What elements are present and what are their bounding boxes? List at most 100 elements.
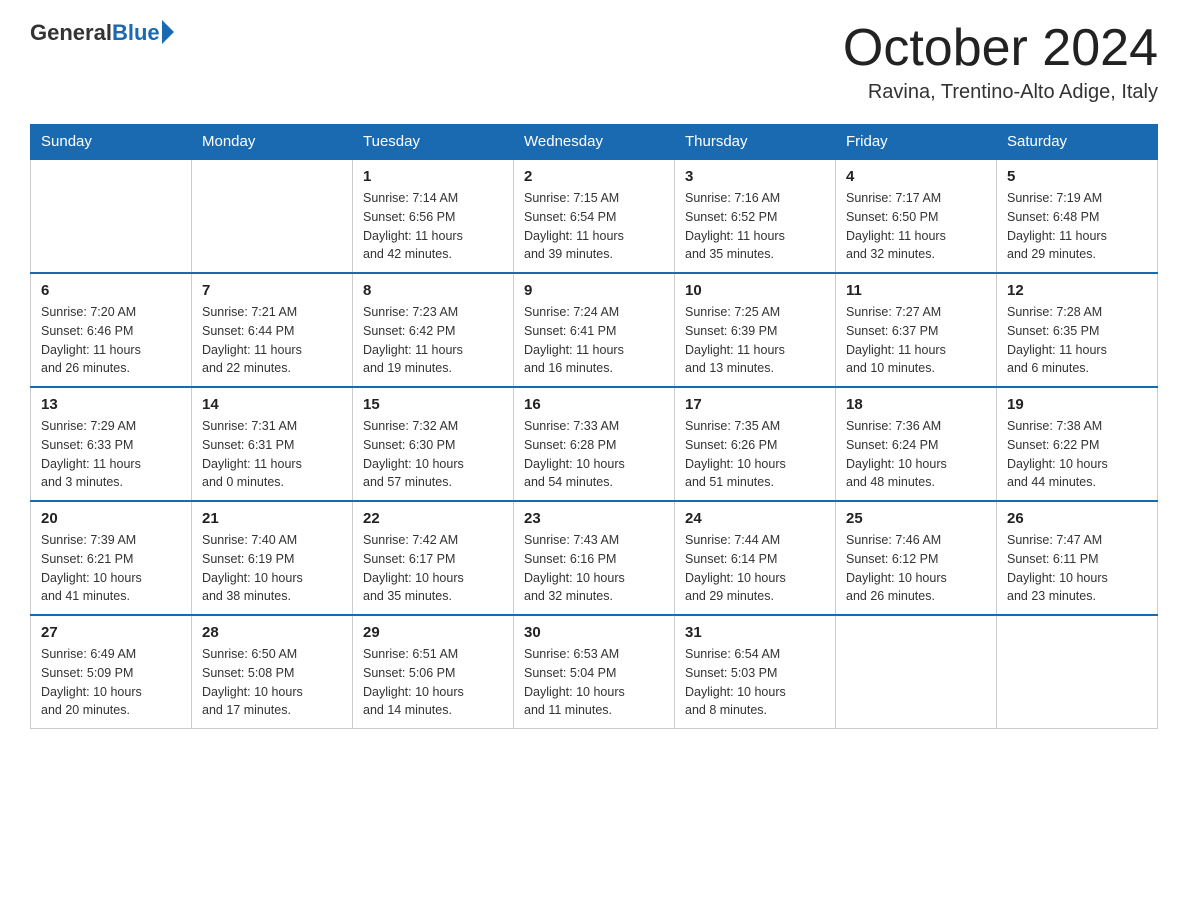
calendar-cell: 17 Sunrise: 7:35 AMSunset: 6:26 PMDayligh… bbox=[675, 387, 836, 501]
calendar-cell bbox=[997, 615, 1158, 729]
logo-general-text: General bbox=[30, 20, 112, 46]
day-number: 14 bbox=[202, 396, 342, 413]
day-detail: Sunrise: 7:38 AMSunset: 6:22 PMDaylight:… bbox=[1007, 417, 1147, 492]
day-number: 22 bbox=[363, 510, 503, 527]
calendar-cell: 8 Sunrise: 7:23 AMSunset: 6:42 PMDaylight… bbox=[353, 273, 514, 387]
day-number: 26 bbox=[1007, 510, 1147, 527]
day-detail: Sunrise: 7:19 AMSunset: 6:48 PMDaylight:… bbox=[1007, 189, 1147, 264]
day-number: 24 bbox=[685, 510, 825, 527]
day-detail: Sunrise: 7:40 AMSunset: 6:19 PMDaylight:… bbox=[202, 531, 342, 606]
day-number: 17 bbox=[685, 396, 825, 413]
day-number: 31 bbox=[685, 624, 825, 641]
day-detail: Sunrise: 7:46 AMSunset: 6:12 PMDaylight:… bbox=[846, 531, 986, 606]
calendar-cell: 14 Sunrise: 7:31 AMSunset: 6:31 PMDayligh… bbox=[192, 387, 353, 501]
day-detail: Sunrise: 7:14 AMSunset: 6:56 PMDaylight:… bbox=[363, 189, 503, 264]
day-detail: Sunrise: 7:31 AMSunset: 6:31 PMDaylight:… bbox=[202, 417, 342, 492]
day-number: 6 bbox=[41, 282, 181, 299]
day-number: 15 bbox=[363, 396, 503, 413]
day-detail: Sunrise: 7:33 AMSunset: 6:28 PMDaylight:… bbox=[524, 417, 664, 492]
column-header-friday: Friday bbox=[836, 125, 997, 160]
calendar-cell: 26 Sunrise: 7:47 AMSunset: 6:11 PMDayligh… bbox=[997, 501, 1158, 615]
day-detail: Sunrise: 7:36 AMSunset: 6:24 PMDaylight:… bbox=[846, 417, 986, 492]
calendar-cell: 27Sunrise: 6:49 AMSunset: 5:09 PMDayligh… bbox=[31, 615, 192, 729]
column-header-monday: Monday bbox=[192, 125, 353, 160]
calendar-cell: 9Sunrise: 7:24 AMSunset: 6:41 PMDaylight… bbox=[514, 273, 675, 387]
day-detail: Sunrise: 6:51 AMSunset: 5:06 PMDaylight:… bbox=[363, 645, 503, 720]
day-detail: Sunrise: 7:32 AMSunset: 6:30 PMDaylight:… bbox=[363, 417, 503, 492]
day-number: 18 bbox=[846, 396, 986, 413]
calendar-cell: 21 Sunrise: 7:40 AMSunset: 6:19 PMDayligh… bbox=[192, 501, 353, 615]
column-header-tuesday: Tuesday bbox=[353, 125, 514, 160]
calendar-cell: 22Sunrise: 7:42 AMSunset: 6:17 PMDayligh… bbox=[353, 501, 514, 615]
logo-blue-text: Blue bbox=[112, 20, 160, 46]
calendar-cell: 4 Sunrise: 7:17 AMSunset: 6:50 PMDaylight… bbox=[836, 159, 997, 273]
calendar-header-row: SundayMondayTuesdayWednesdayThursdayFrid… bbox=[31, 125, 1158, 160]
day-detail: Sunrise: 7:47 AMSunset: 6:11 PMDaylight:… bbox=[1007, 531, 1147, 606]
calendar-cell: 28Sunrise: 6:50 AMSunset: 5:08 PMDayligh… bbox=[192, 615, 353, 729]
day-number: 11 bbox=[846, 282, 986, 299]
day-number: 12 bbox=[1007, 282, 1147, 299]
day-detail: Sunrise: 7:28 AMSunset: 6:35 PMDaylight:… bbox=[1007, 303, 1147, 378]
calendar-week-row: 13 Sunrise: 7:29 AMSunset: 6:33 PMDayligh… bbox=[31, 387, 1158, 501]
month-title: October 2024 bbox=[843, 20, 1158, 77]
day-detail: Sunrise: 7:23 AMSunset: 6:42 PMDaylight:… bbox=[363, 303, 503, 378]
column-header-wednesday: Wednesday bbox=[514, 125, 675, 160]
calendar-cell: 1 Sunrise: 7:14 AMSunset: 6:56 PMDaylight… bbox=[353, 159, 514, 273]
day-number: 29 bbox=[363, 624, 503, 641]
calendar-week-row: 1 Sunrise: 7:14 AMSunset: 6:56 PMDaylight… bbox=[31, 159, 1158, 273]
calendar-cell: 7Sunrise: 7:21 AMSunset: 6:44 PMDaylight… bbox=[192, 273, 353, 387]
calendar-cell: 3 Sunrise: 7:16 AMSunset: 6:52 PMDaylight… bbox=[675, 159, 836, 273]
day-detail: Sunrise: 6:50 AMSunset: 5:08 PMDaylight:… bbox=[202, 645, 342, 720]
calendar-cell: 29 Sunrise: 6:51 AMSunset: 5:06 PMDayligh… bbox=[353, 615, 514, 729]
day-number: 8 bbox=[363, 282, 503, 299]
day-number: 30 bbox=[524, 624, 664, 641]
day-number: 3 bbox=[685, 168, 825, 185]
calendar-cell bbox=[31, 159, 192, 273]
calendar-cell: 25 Sunrise: 7:46 AMSunset: 6:12 PMDayligh… bbox=[836, 501, 997, 615]
calendar-cell: 10Sunrise: 7:25 AMSunset: 6:39 PMDayligh… bbox=[675, 273, 836, 387]
day-detail: Sunrise: 7:43 AMSunset: 6:16 PMDaylight:… bbox=[524, 531, 664, 606]
calendar-week-row: 6 Sunrise: 7:20 AMSunset: 6:46 PMDaylight… bbox=[31, 273, 1158, 387]
day-detail: Sunrise: 7:29 AMSunset: 6:33 PMDaylight:… bbox=[41, 417, 181, 492]
day-number: 23 bbox=[524, 510, 664, 527]
column-header-sunday: Sunday bbox=[31, 125, 192, 160]
day-detail: Sunrise: 6:53 AMSunset: 5:04 PMDaylight:… bbox=[524, 645, 664, 720]
day-detail: Sunrise: 7:39 AMSunset: 6:21 PMDaylight:… bbox=[41, 531, 181, 606]
day-detail: Sunrise: 7:17 AMSunset: 6:50 PMDaylight:… bbox=[846, 189, 986, 264]
day-number: 19 bbox=[1007, 396, 1147, 413]
calendar-cell: 11 Sunrise: 7:27 AMSunset: 6:37 PMDayligh… bbox=[836, 273, 997, 387]
day-number: 13 bbox=[41, 396, 181, 413]
column-header-saturday: Saturday bbox=[997, 125, 1158, 160]
calendar-cell: 19 Sunrise: 7:38 AMSunset: 6:22 PMDayligh… bbox=[997, 387, 1158, 501]
calendar-cell: 20Sunrise: 7:39 AMSunset: 6:21 PMDayligh… bbox=[31, 501, 192, 615]
day-number: 1 bbox=[363, 168, 503, 185]
day-number: 25 bbox=[846, 510, 986, 527]
day-number: 21 bbox=[202, 510, 342, 527]
day-number: 5 bbox=[1007, 168, 1147, 185]
calendar-cell: 13 Sunrise: 7:29 AMSunset: 6:33 PMDayligh… bbox=[31, 387, 192, 501]
day-detail: Sunrise: 7:20 AMSunset: 6:46 PMDaylight:… bbox=[41, 303, 181, 378]
day-detail: Sunrise: 7:15 AMSunset: 6:54 PMDaylight:… bbox=[524, 189, 664, 264]
day-detail: Sunrise: 7:24 AMSunset: 6:41 PMDaylight:… bbox=[524, 303, 664, 378]
header: General Blue October 2024 Ravina, Trenti… bbox=[30, 20, 1158, 104]
calendar-table: SundayMondayTuesdayWednesdayThursdayFrid… bbox=[30, 124, 1158, 729]
day-detail: Sunrise: 7:16 AMSunset: 6:52 PMDaylight:… bbox=[685, 189, 825, 264]
day-detail: Sunrise: 7:44 AMSunset: 6:14 PMDaylight:… bbox=[685, 531, 825, 606]
day-detail: Sunrise: 7:35 AMSunset: 6:26 PMDaylight:… bbox=[685, 417, 825, 492]
day-number: 16 bbox=[524, 396, 664, 413]
calendar-cell: 2 Sunrise: 7:15 AMSunset: 6:54 PMDaylight… bbox=[514, 159, 675, 273]
day-detail: Sunrise: 6:54 AMSunset: 5:03 PMDaylight:… bbox=[685, 645, 825, 720]
calendar-cell: 15 Sunrise: 7:32 AMSunset: 6:30 PMDayligh… bbox=[353, 387, 514, 501]
logo: General Blue bbox=[30, 20, 174, 46]
calendar-cell: 18 Sunrise: 7:36 AMSunset: 6:24 PMDayligh… bbox=[836, 387, 997, 501]
day-number: 7 bbox=[202, 282, 342, 299]
calendar-week-row: 27Sunrise: 6:49 AMSunset: 5:09 PMDayligh… bbox=[31, 615, 1158, 729]
calendar-cell: 24 Sunrise: 7:44 AMSunset: 6:14 PMDayligh… bbox=[675, 501, 836, 615]
calendar-cell: 31 Sunrise: 6:54 AMSunset: 5:03 PMDayligh… bbox=[675, 615, 836, 729]
day-number: 2 bbox=[524, 168, 664, 185]
calendar-week-row: 20Sunrise: 7:39 AMSunset: 6:21 PMDayligh… bbox=[31, 501, 1158, 615]
day-detail: Sunrise: 7:27 AMSunset: 6:37 PMDaylight:… bbox=[846, 303, 986, 378]
day-number: 4 bbox=[846, 168, 986, 185]
column-header-thursday: Thursday bbox=[675, 125, 836, 160]
calendar-cell: 12 Sunrise: 7:28 AMSunset: 6:35 PMDayligh… bbox=[997, 273, 1158, 387]
